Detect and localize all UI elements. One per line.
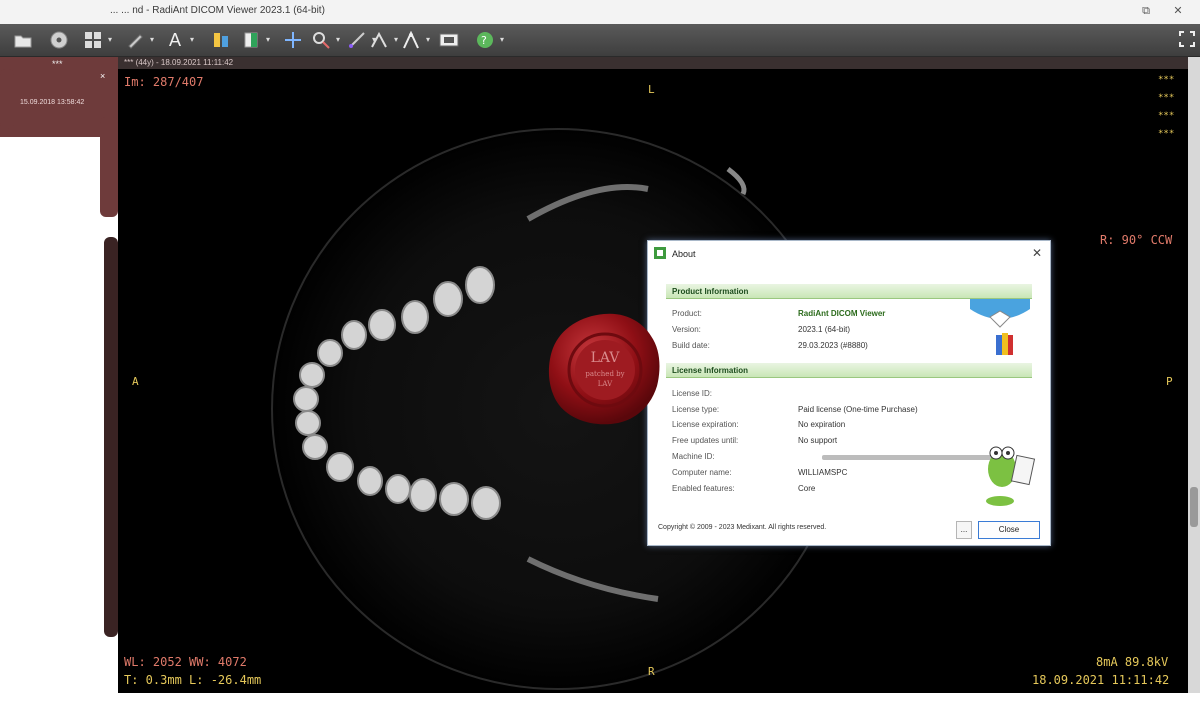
redaction-blob xyxy=(100,117,118,217)
pan-button[interactable] xyxy=(282,29,304,51)
license-info-header: License Information xyxy=(666,363,1032,378)
product-illustration xyxy=(970,299,1030,355)
fullscreen-button[interactable] xyxy=(1176,28,1198,50)
layout-icon xyxy=(85,32,101,48)
license-expiration-key: License expiration: xyxy=(672,420,739,429)
close-series-button[interactable]: × xyxy=(100,71,105,81)
copyright-text: Copyright © 2009 - 2023 Medixant. All ri… xyxy=(658,524,827,531)
zoom-button[interactable]: ▾ xyxy=(310,29,340,51)
about-dialog: About ✕ Product Information Product: Rad… xyxy=(647,240,1051,546)
machine-id-redaction xyxy=(822,455,992,460)
thickness-location-readout: T: 0.3mm L: -26.4mm xyxy=(124,673,262,687)
version-key: Version: xyxy=(672,325,701,334)
patient-name: *** xyxy=(52,59,63,69)
free-updates-key: Free updates until: xyxy=(672,436,739,445)
3d-icon xyxy=(403,31,419,49)
contrast-button[interactable]: ▾ xyxy=(240,29,270,51)
viewport-header: *** (44y) - 18.09.2021 11:11:42 xyxy=(118,57,1188,69)
restore-button[interactable]: ⧉ xyxy=(1138,3,1154,19)
orientation-right: P xyxy=(1166,375,1173,388)
machine-id-key: Machine ID: xyxy=(672,452,715,461)
zoom-icon xyxy=(313,32,330,49)
measure-icon xyxy=(349,32,365,48)
enabled-features-value: Core xyxy=(798,484,816,493)
window-level-button[interactable] xyxy=(210,29,232,51)
text-button[interactable]: A ▾ xyxy=(164,29,194,51)
svg-text:?: ? xyxy=(481,34,487,47)
video-button[interactable] xyxy=(438,29,460,51)
scrollbar-thumb[interactable] xyxy=(1190,487,1198,527)
orientation-bottom: R xyxy=(648,665,655,678)
pan-icon xyxy=(285,32,301,48)
build-date-value: 29.03.2023 (#8880) xyxy=(798,341,868,350)
product-info-header: Product Information xyxy=(666,284,1032,299)
top-right-line: *** xyxy=(1158,75,1175,85)
open-icon xyxy=(14,35,32,48)
about-dialog-title: About xyxy=(672,249,696,259)
series-panel: *** × 15.09.2018 13:58:42 xyxy=(0,57,118,708)
top-right-line: *** xyxy=(1158,93,1175,103)
measure-button[interactable]: ▾ xyxy=(346,29,376,51)
window-level-icon xyxy=(244,32,258,48)
about-close-icon[interactable]: ✕ xyxy=(1032,246,1042,260)
window-level-icon xyxy=(214,33,228,47)
computer-name-key: Computer name: xyxy=(672,468,732,477)
pen-button[interactable]: ▾ xyxy=(124,29,154,51)
title-bar: ... ... nd - RadiAnt DICOM Viewer 2023.1… xyxy=(0,0,1200,25)
redaction-blob xyxy=(104,237,118,637)
app-icon xyxy=(654,247,666,259)
wax-seal-stamp: LAV patched by LAV xyxy=(548,313,660,425)
ellipsis-button[interactable]: ... xyxy=(956,521,972,539)
cd-button[interactable] xyxy=(48,29,70,51)
top-right-line: *** xyxy=(1158,129,1175,139)
license-type-key: License type: xyxy=(672,405,720,414)
enabled-features-key: Enabled features: xyxy=(672,484,735,493)
bottom-strip xyxy=(118,693,1200,708)
layout-button[interactable]: ▾ xyxy=(82,29,112,51)
computer-name-value: WILLIAMSPC xyxy=(798,468,848,477)
license-type-value: Paid license (One-time Purchase) xyxy=(798,405,918,414)
acquisition-datetime: 18.09.2021 11:11:42 xyxy=(1032,673,1170,687)
free-updates-value: No support xyxy=(798,436,838,445)
video-icon xyxy=(439,33,459,47)
3d-button[interactable]: ▾ xyxy=(400,29,430,51)
product-value: RadiAnt DICOM Viewer xyxy=(798,309,886,318)
license-id-key: License ID: xyxy=(672,389,713,398)
window-level-readout: WL: 2052 WW: 4072 xyxy=(124,655,247,669)
seal-text-line3: LAV xyxy=(598,380,613,388)
viewer-scrollbar[interactable] xyxy=(1188,57,1200,693)
help-button[interactable]: ? ▾ xyxy=(474,29,504,51)
series-date: 15.09.2018 13:58:42 xyxy=(20,99,85,106)
window-title: ... ... nd - RadiAnt DICOM Viewer 2023.1… xyxy=(110,5,325,16)
rotation-label: R: 90° CCW xyxy=(1100,233,1173,247)
orientation-left: A xyxy=(132,375,139,388)
angle-button[interactable]: ▾ xyxy=(368,29,398,51)
product-key: Product: xyxy=(672,309,702,318)
orientation-top: L xyxy=(648,83,655,96)
angle-icon xyxy=(371,31,387,48)
text-icon: A xyxy=(168,29,181,50)
license-expiration-value: No expiration xyxy=(798,420,846,429)
cd-icon xyxy=(50,31,68,49)
close-dialog-button[interactable]: Close xyxy=(978,521,1040,539)
redaction-blob xyxy=(0,69,14,129)
open-button[interactable] xyxy=(12,29,34,51)
image-index: Im: 287/407 xyxy=(124,75,204,89)
fullscreen-icon xyxy=(1179,31,1195,47)
seal-text-line1: LAV xyxy=(591,350,621,366)
seal-text-line2: patched by xyxy=(585,370,624,378)
pen-icon xyxy=(128,34,143,49)
frog-mascot-illustration xyxy=(986,446,1036,506)
radiant-window: ... ... nd - RadiAnt DICOM Viewer 2023.1… xyxy=(0,0,1200,708)
top-right-line: *** xyxy=(1158,111,1175,121)
main-toolbar: ▾ ▾ A ▾ ▾ ▾ ▾ ▾ ▾ ? ▾ xyxy=(0,24,1200,57)
close-window-button[interactable]: ✕ xyxy=(1170,3,1186,19)
about-dialog-header: About ✕ xyxy=(648,241,1050,267)
exposure-readout: 8mA 89.8kV xyxy=(1096,655,1169,669)
version-value: 2023.1 (64-bit) xyxy=(798,325,851,334)
build-date-key: Build date: xyxy=(672,341,710,350)
help-icon: ? xyxy=(477,32,493,48)
